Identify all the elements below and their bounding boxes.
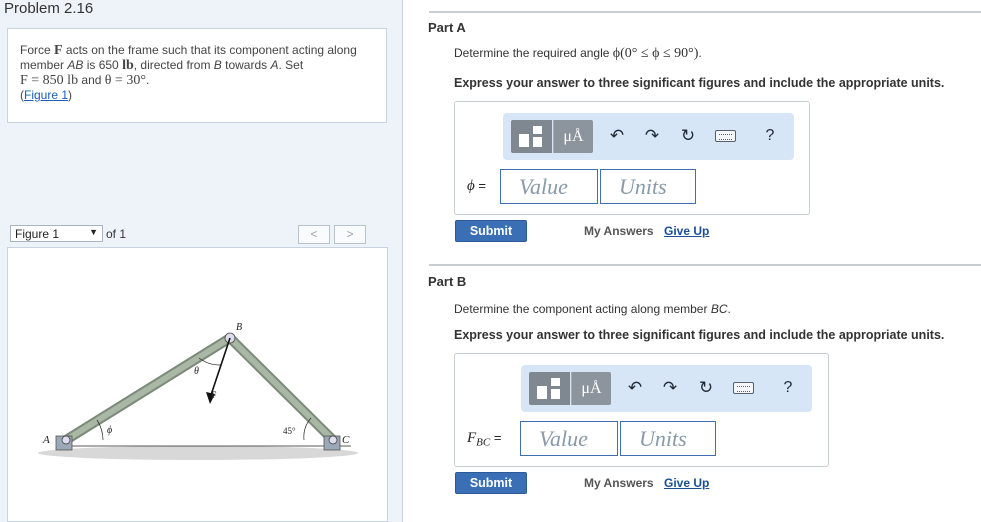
force-symbol: F (54, 43, 63, 58)
part-a-divider (429, 11, 981, 13)
reset-icon[interactable]: ↻ (695, 376, 717, 400)
member-ab-highlight (63, 335, 233, 443)
problem-statement: Force F acts on the frame such that its … (7, 28, 387, 123)
next-figure-button[interactable]: > (334, 225, 366, 244)
part-b-my-answers[interactable]: My Answers (584, 476, 654, 490)
given-force: F = 850 lb (20, 73, 79, 88)
redo-icon[interactable]: ↷ (659, 376, 681, 400)
undo-icon[interactable]: ↶ (624, 376, 646, 400)
figure-select[interactable]: Figure 1 ▼ (10, 225, 103, 242)
value-input[interactable]: Value (500, 169, 598, 204)
part-a-submit-button[interactable]: Submit (455, 220, 527, 242)
label-a: A (42, 434, 50, 446)
part-b-prompt: Determine the component acting along mem… (454, 302, 731, 316)
keyboard-icon[interactable] (715, 130, 736, 142)
figure-navigation: Figure 1 ▼ of 1 < > (10, 225, 402, 245)
value-input[interactable]: Value (520, 421, 618, 456)
part-b-title: Part B (428, 274, 467, 289)
reset-icon[interactable]: ↻ (677, 124, 699, 148)
pin-a (61, 435, 71, 445)
part-b-instruction: Express your answer to three significant… (454, 328, 945, 342)
frame-diagram: A B C F θ ϕ 45° (38, 322, 358, 460)
chevron-down-icon: ▼ (89, 227, 98, 237)
redo-icon[interactable]: ↷ (641, 124, 663, 148)
label-force: F (211, 390, 217, 400)
help-button[interactable]: ? (780, 376, 796, 400)
label-c: C (342, 434, 350, 446)
phi-label: ϕ = (467, 178, 486, 194)
part-b-submit-button[interactable]: Submit (455, 472, 527, 494)
prev-figure-button[interactable]: < (298, 225, 330, 244)
panel-splitter[interactable] (402, 0, 403, 522)
part-a-answer-box: μÅ ↶ ↷ ↻ ? ϕ = Value Units (454, 101, 810, 215)
label-theta: θ (194, 366, 199, 377)
part-b-divider (429, 264, 981, 266)
units-input[interactable]: Units (600, 169, 696, 204)
problem-panel: Problem 2.16 Force F acts on the frame s… (0, 0, 402, 522)
templates-button[interactable] (511, 120, 552, 153)
part-b-answer-box: μÅ ↶ ↷ ↻ ? FBC = Value Units (454, 353, 829, 467)
keyboard-icon[interactable] (733, 382, 754, 394)
ground-shadow (38, 446, 358, 460)
part-a-give-up-link[interactable]: Give Up (664, 224, 709, 238)
templates-button[interactable] (529, 372, 570, 405)
figure-panel: A B C F θ ϕ 45° (7, 247, 388, 522)
member-bc-highlight (227, 335, 336, 443)
units-button[interactable]: μÅ (553, 120, 593, 153)
undo-icon[interactable]: ↶ (606, 124, 628, 148)
part-a-prompt: Determine the required angle ϕ(0° ≤ ϕ ≤ … (454, 46, 702, 61)
part-a-title: Part A (428, 20, 466, 35)
units-button[interactable]: μÅ (571, 372, 611, 405)
given-theta: θ = 30° (104, 73, 146, 88)
pin-c (328, 435, 338, 445)
part-b-give-up-link[interactable]: Give Up (664, 476, 709, 490)
help-button[interactable]: ? (762, 124, 778, 148)
figure-count: of 1 (106, 227, 127, 241)
part-a-instruction: Express your answer to three significant… (454, 76, 945, 90)
label-phi: ϕ (107, 425, 112, 436)
label-b: B (236, 322, 242, 333)
figure-link[interactable]: Figure 1 (24, 88, 68, 102)
units-input[interactable]: Units (620, 421, 716, 456)
part-a-my-answers[interactable]: My Answers (584, 224, 654, 238)
part-b-toolbar: μÅ ↶ ↷ ↻ ? (521, 365, 812, 412)
part-a-toolbar: μÅ ↶ ↷ ↻ ? (503, 113, 794, 160)
label-angle-45: 45° (283, 426, 296, 436)
problem-title: Problem 2.16 (4, 0, 94, 17)
fbc-label: FBC = (467, 430, 502, 449)
